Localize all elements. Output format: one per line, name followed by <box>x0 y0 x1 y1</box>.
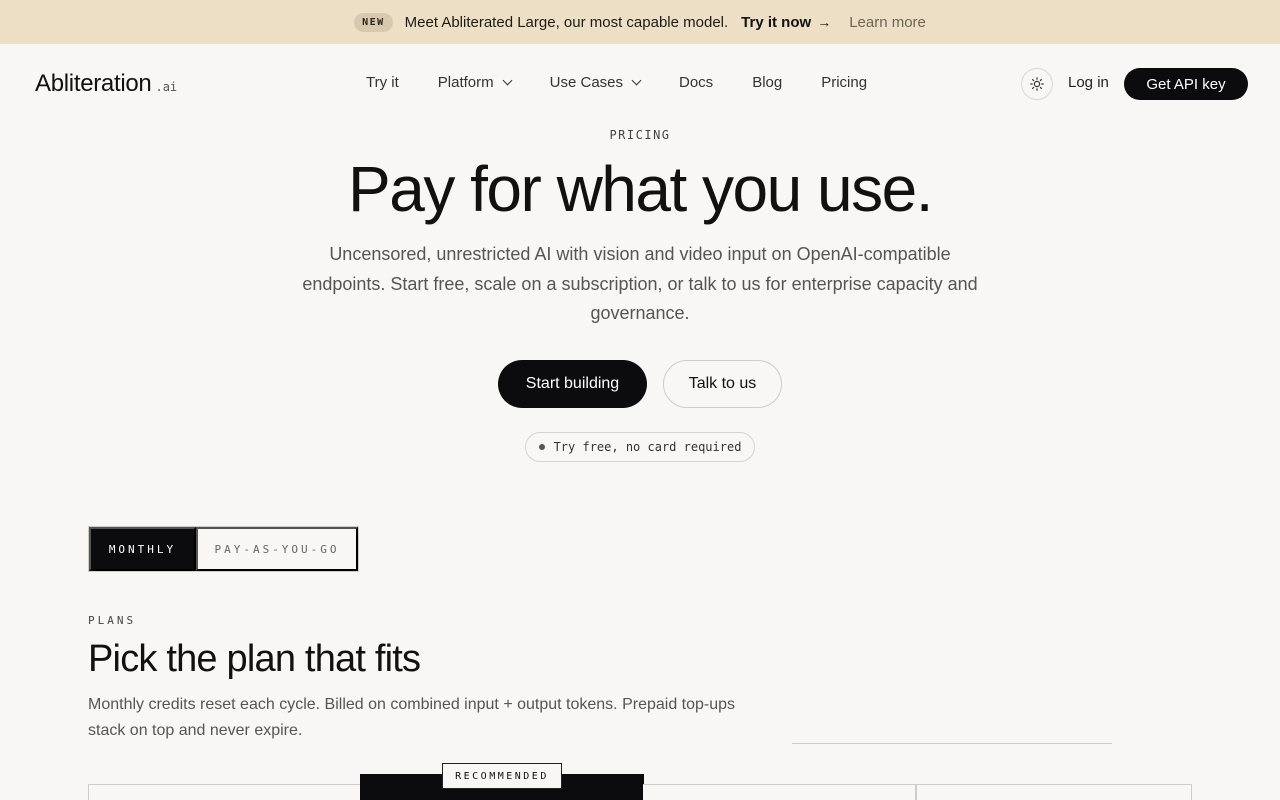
nav-item-blog[interactable]: Blog <box>752 74 782 91</box>
sun-icon <box>1030 77 1044 91</box>
try-it-now-label: Try it now <box>741 13 812 31</box>
nav-item-docs[interactable]: Docs <box>679 74 713 91</box>
chevron-down-icon <box>502 75 513 86</box>
nav-item-label: Pricing <box>821 74 868 91</box>
billing-toggle: MONTHLY PAY-AS-YOU-GO <box>88 526 359 572</box>
banner-message: Meet Abliterated Large, our most capable… <box>404 13 729 31</box>
nav-item-label: Platform <box>437 74 494 91</box>
nav-item-label: Docs <box>679 74 714 91</box>
plan-card <box>88 784 361 800</box>
plans-subtitle: Monthly credits reset each cycle. Billed… <box>88 696 736 739</box>
divider <box>792 743 1112 744</box>
hero-subtitle: Uncensored, unrestricted AI with vision … <box>302 244 978 323</box>
recommended-badge: RECOMMENDED <box>442 763 562 789</box>
chevron-down-icon <box>631 75 642 86</box>
announcement-banner: NEW Meet Abliterated Large, our most cap… <box>0 0 1280 44</box>
hero-eyebrow: PRICING <box>609 128 671 142</box>
pill-text: Try free, no card required <box>553 440 742 454</box>
site-header: Abliteration .ai Try it Platform Use Cas… <box>0 44 1280 124</box>
nav-item-try-it[interactable]: Try it <box>366 74 399 91</box>
plan-card <box>916 784 1192 800</box>
billing-option-monthly[interactable]: MONTHLY <box>89 527 196 571</box>
plan-card <box>643 784 916 800</box>
learn-more-link[interactable]: Learn more <box>849 14 926 31</box>
nav-item-label: Blog <box>752 74 783 91</box>
login-link[interactable]: Log in <box>1068 74 1109 91</box>
logo-wordmark: Abliteration <box>35 70 152 97</box>
nav-item-use-cases[interactable]: Use Cases <box>549 74 642 91</box>
plans-eyebrow: PLANS <box>88 614 137 627</box>
start-building-button[interactable]: Start building <box>498 360 647 408</box>
arrow-right-icon: → <box>817 14 832 30</box>
free-trial-pill: Try free, no card required <box>525 432 755 462</box>
plans-title: Pick the plan that fits <box>88 638 421 680</box>
try-it-now-link[interactable]: Try it now → <box>741 14 831 31</box>
get-api-key-button[interactable]: Get API key <box>1124 68 1248 100</box>
logo[interactable]: Abliteration .ai <box>35 70 177 98</box>
dot-icon <box>538 444 545 450</box>
nav-item-label: Use Cases <box>549 74 623 91</box>
talk-to-us-button[interactable]: Talk to us <box>663 360 782 408</box>
new-badge: NEW <box>354 12 393 32</box>
main-nav: Try it Platform Use Cases Docs Blog Pric… <box>366 74 906 91</box>
page-title: Pay for what you use. <box>348 153 933 225</box>
nav-item-platform[interactable]: Platform <box>437 74 513 91</box>
nav-item-label: Try it <box>366 74 399 91</box>
nav-item-pricing[interactable]: Pricing <box>821 74 867 91</box>
logo-tld: .ai <box>155 80 178 94</box>
billing-option-pay-as-you-go[interactable]: PAY-AS-YOU-GO <box>196 527 358 571</box>
theme-toggle-button[interactable] <box>1021 68 1053 100</box>
